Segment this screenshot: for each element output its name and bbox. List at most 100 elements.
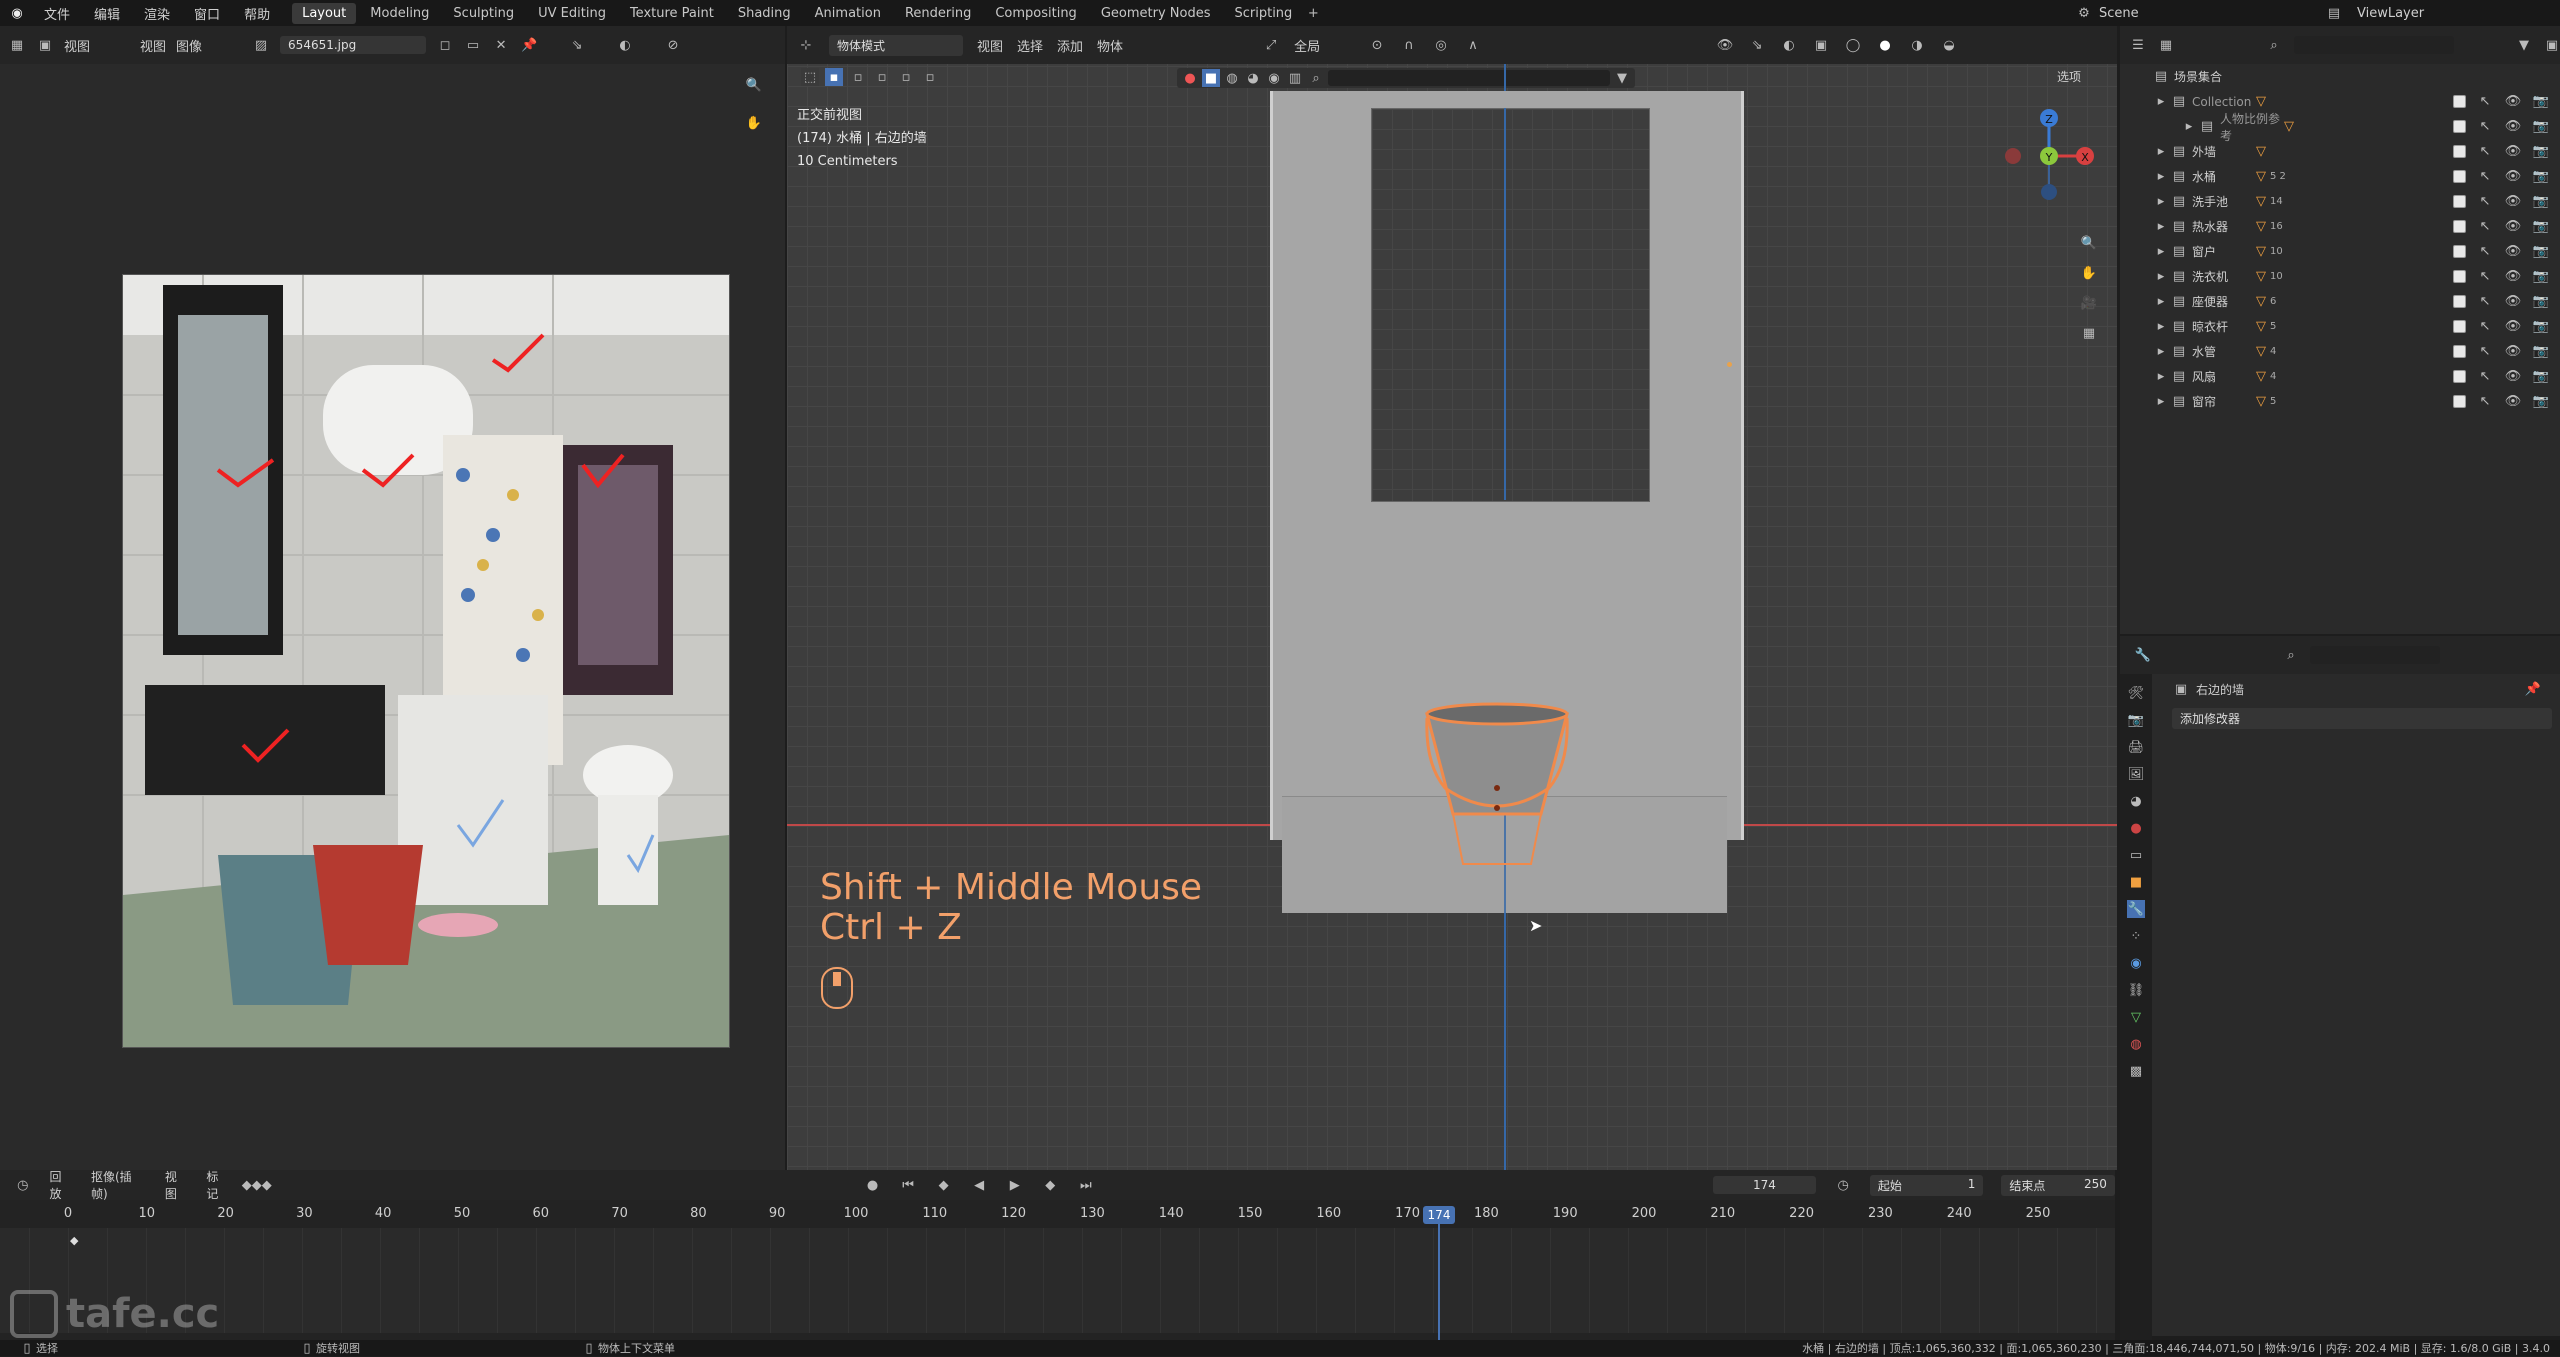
- expand-arrow-icon[interactable]: ▸: [2152, 293, 2170, 311]
- record-icon[interactable]: ●: [864, 1176, 882, 1194]
- zoom-icon[interactable]: 🔍: [745, 76, 763, 94]
- expand-arrow-icon[interactable]: ▸: [2152, 143, 2170, 161]
- constraints-tab-icon[interactable]: ⛓: [2127, 981, 2145, 999]
- select-intersect-icon[interactable]: ▫: [921, 68, 939, 86]
- outliner-row[interactable]: ▸ ▤ 热水器 ▽ 16 ↖ 👁 📷: [2120, 214, 2560, 239]
- expand-arrow-icon[interactable]: ▸: [2152, 368, 2170, 386]
- collection-tab-icon[interactable]: ▭: [2127, 846, 2145, 864]
- hide-eye-icon[interactable]: 👁: [2504, 118, 2522, 136]
- jump-start-icon[interactable]: ⏮: [899, 1176, 917, 1194]
- select-extend-icon[interactable]: ▫: [849, 68, 867, 86]
- ortho-toggle-icon[interactable]: ▦: [2080, 324, 2098, 342]
- zoom-view-icon[interactable]: 🔍: [2080, 234, 2098, 252]
- menu-window[interactable]: 窗口: [182, 4, 232, 23]
- image-view-dropdown[interactable]: 视图: [64, 36, 90, 55]
- start-frame-field[interactable]: 起始 1: [1869, 1174, 1984, 1196]
- hide-eye-icon[interactable]: 👁: [2504, 143, 2522, 161]
- image-mode-icon[interactable]: ▣: [36, 36, 54, 54]
- outliner-row[interactable]: ▸ ▤ 洗衣机 ▽ 10 ↖ 👁 📷: [2120, 264, 2560, 289]
- hide-eye-icon[interactable]: 👁: [2504, 193, 2522, 211]
- hide-eye-icon[interactable]: 👁: [2504, 393, 2522, 411]
- exclude-checkbox[interactable]: [2453, 170, 2466, 183]
- current-frame-field[interactable]: 174: [1712, 1176, 1817, 1194]
- select-subtract-icon[interactable]: ▫: [873, 68, 891, 86]
- menu-edit[interactable]: 编辑: [82, 4, 132, 23]
- render-camera-icon[interactable]: 📷: [2532, 143, 2550, 161]
- render-camera-icon[interactable]: 📷: [2532, 168, 2550, 186]
- filter-camera-icon[interactable]: ▥: [1286, 69, 1304, 87]
- data-tab-icon[interactable]: ▽: [2127, 1008, 2145, 1026]
- pan-view-icon[interactable]: ✋: [2080, 264, 2098, 282]
- workspace-tab-modeling[interactable]: Modeling: [360, 3, 439, 24]
- render-camera-icon[interactable]: 📷: [2532, 218, 2550, 236]
- selectable-icon[interactable]: ↖: [2476, 118, 2494, 136]
- menu-render[interactable]: 渲染: [132, 4, 182, 23]
- gizmo-toggle-icon[interactable]: ⇘: [1748, 36, 1766, 54]
- outliner-search-field[interactable]: [2294, 36, 2454, 54]
- editor-type-icon[interactable]: ▦: [8, 36, 26, 54]
- outliner-row[interactable]: ▸ ▤ 水桶 ▽ 5 2 ↖ 👁 📷: [2120, 164, 2560, 189]
- pan-hand-icon[interactable]: ✋: [745, 114, 763, 132]
- expand-arrow-icon[interactable]: ▸: [2152, 268, 2170, 286]
- render-camera-icon[interactable]: 📷: [2532, 243, 2550, 261]
- workspace-tab-geometry-nodes[interactable]: Geometry Nodes: [1091, 3, 1221, 24]
- workspace-tab-animation[interactable]: Animation: [805, 3, 891, 24]
- end-frame-field[interactable]: 结束点 250: [2001, 1174, 2115, 1196]
- exclude-checkbox[interactable]: [2453, 395, 2466, 408]
- snap-magnet-icon[interactable]: ∩: [1400, 36, 1418, 54]
- shading-wireframe-icon[interactable]: ◯: [1844, 36, 1862, 54]
- playback-menu[interactable]: 回放: [50, 1168, 73, 1202]
- image-filename-field[interactable]: 654651.jpg: [280, 36, 427, 54]
- scene-tab-icon[interactable]: ◕: [2127, 792, 2145, 810]
- selectable-icon[interactable]: ↖: [2476, 168, 2494, 186]
- selectable-icon[interactable]: ↖: [2476, 93, 2494, 111]
- hide-eye-icon[interactable]: 👁: [2504, 318, 2522, 336]
- select-new-icon[interactable]: ▪: [825, 68, 843, 86]
- 3d-viewport[interactable]: ⊹ 物体模式 视图 选择 添加 物体 ⤢ 全局 ⊙ ∩ ◎ ∧ 👁 ⇘ ◐ ▣ …: [787, 26, 2117, 1170]
- jump-end-icon[interactable]: ⏭: [1077, 1176, 1095, 1194]
- pivot-icon[interactable]: ⊙: [1368, 36, 1386, 54]
- exclude-checkbox[interactable]: [2453, 270, 2466, 283]
- expand-arrow-icon[interactable]: ▸: [2152, 218, 2170, 236]
- output-tab-icon[interactable]: 🖨: [2127, 738, 2145, 756]
- workspace-tab-compositing[interactable]: Compositing: [985, 3, 1087, 24]
- scene-selector[interactable]: ⚙ Scene: [2075, 0, 2138, 26]
- outliner-row[interactable]: ▸ ▤ 窗户 ▽ 10 ↖ 👁 📷: [2120, 239, 2560, 264]
- material-tab-icon[interactable]: ◍: [2127, 1035, 2145, 1053]
- exclude-checkbox[interactable]: [2453, 345, 2466, 358]
- hide-eye-icon[interactable]: 👁: [2504, 293, 2522, 311]
- viewport-menu-object[interactable]: 物体: [1097, 36, 1123, 55]
- filter-mesh-icon[interactable]: ■: [1202, 69, 1220, 87]
- selectable-icon[interactable]: ↖: [2476, 393, 2494, 411]
- outliner-row[interactable]: ▸ ▤ 洗手池 ▽ 14 ↖ 👁 📷: [2120, 189, 2560, 214]
- filter-world-icon[interactable]: ◉: [1265, 69, 1283, 87]
- camera-view-icon[interactable]: 🎥: [2080, 294, 2098, 312]
- expand-arrow-icon[interactable]: ▸: [2152, 343, 2170, 361]
- hide-eye-icon[interactable]: 👁: [2504, 368, 2522, 386]
- selectable-icon[interactable]: ↖: [2476, 218, 2494, 236]
- render-camera-icon[interactable]: 📷: [2532, 268, 2550, 286]
- display-mode-icon[interactable]: ▦: [2158, 36, 2174, 54]
- selectable-icon[interactable]: ↖: [2476, 318, 2494, 336]
- prev-key-icon[interactable]: ◆: [935, 1176, 953, 1194]
- play-icon[interactable]: ▶: [1006, 1176, 1024, 1194]
- falloff-icon[interactable]: ∧: [1464, 36, 1482, 54]
- hide-eye-icon[interactable]: 👁: [2504, 168, 2522, 186]
- viewport-menu-select[interactable]: 选择: [1017, 36, 1043, 55]
- gizmo-icon[interactable]: ⊘: [664, 36, 682, 54]
- outliner-type-icon[interactable]: ☰: [2130, 36, 2146, 54]
- expand-arrow-icon[interactable]: ▸: [2180, 118, 2198, 136]
- workspace-tab-shading[interactable]: Shading: [728, 3, 801, 24]
- open-image-icon[interactable]: ▭: [464, 36, 482, 54]
- render-camera-icon[interactable]: 📷: [2532, 343, 2550, 361]
- blender-logo-icon[interactable]: ◉: [8, 4, 26, 22]
- image-view-menu[interactable]: 视图: [140, 36, 166, 55]
- hide-eye-icon[interactable]: 👁: [2504, 93, 2522, 111]
- exclude-checkbox[interactable]: [2453, 195, 2466, 208]
- outliner-row[interactable]: ▸ ▤ 风扇 ▽ 4 ↖ 👁 📷: [2120, 364, 2560, 389]
- select-invert-icon[interactable]: ▫: [897, 68, 915, 86]
- exclude-checkbox[interactable]: [2453, 295, 2466, 308]
- pin-properties-icon[interactable]: 📌: [2524, 680, 2542, 698]
- timeline-type-icon[interactable]: ◷: [14, 1176, 32, 1194]
- outliner-row[interactable]: ▸ ▤ 外墙 ▽ ↖ 👁 📷: [2120, 139, 2560, 164]
